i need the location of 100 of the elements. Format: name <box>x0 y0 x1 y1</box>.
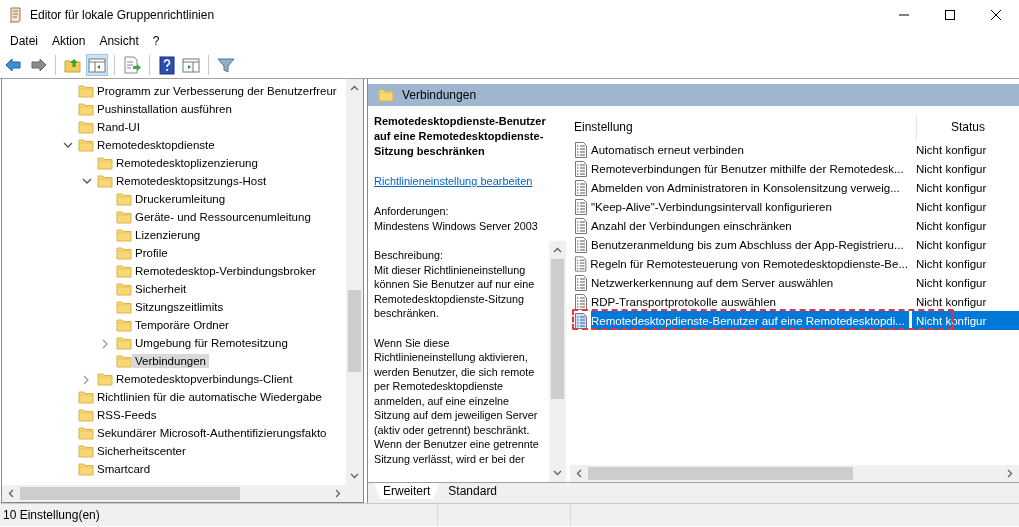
folder-icon <box>116 228 132 242</box>
folder-icon <box>116 282 132 296</box>
chevron-right-icon[interactable] <box>82 375 90 385</box>
edit-policy-link[interactable]: Richtlinieneinstellung bearbeiten <box>374 174 533 189</box>
setting-name[interactable]: Netzwerkerkennung auf dem Server auswählen <box>591 273 838 292</box>
tree-item[interactable]: Geräte- und Ressourcenumleitung <box>132 210 314 224</box>
tree-item[interactable]: Remotedesktopverbindungs-Client <box>113 372 296 386</box>
tree-item[interactable]: Pushinstallation ausführen <box>94 102 235 116</box>
document-icon <box>574 160 588 177</box>
scroll-thumb[interactable] <box>348 290 361 372</box>
chevron-right-icon[interactable] <box>101 339 109 349</box>
chevron-down-icon[interactable] <box>82 177 92 185</box>
folder-icon <box>116 354 132 368</box>
menu-item[interactable]: Datei <box>3 32 45 50</box>
column-header[interactable]: Einstellung <box>570 114 917 140</box>
setting-name[interactable]: Remoteverbindungen für Benutzer mithilfe der Remotedesk... <box>591 159 908 178</box>
tree-item[interactable]: Richtlinien für die automatische Wiedergabe <box>94 390 325 404</box>
tree-item[interactable]: Remotedesktoplizenzierung <box>113 156 261 170</box>
filter-icon <box>216 55 236 75</box>
pane-toggle-icon <box>181 55 201 75</box>
policy-title: Remotedesktopdienste-Benutzer auf eine Remotedesktopdienste-Sitzung beschränken <box>374 114 546 159</box>
folder-icon <box>378 88 394 102</box>
tree-item[interactable]: Sicherheit <box>132 282 190 296</box>
folder-icon <box>116 318 132 332</box>
setting-name[interactable]: Remotedesktopdienste-Benutzer auf eine Remotedesktopdi... <box>591 311 909 330</box>
document-icon <box>574 274 588 291</box>
document-icon <box>574 179 588 196</box>
scroll-left-icon[interactable] <box>576 469 582 478</box>
toolbar-button[interactable] <box>156 54 178 76</box>
tree-item[interactable]: Remotedesktopsitzungs-Host <box>113 174 270 188</box>
horizontal-scrollbar[interactable] <box>2 485 363 502</box>
folder-icon <box>97 174 113 188</box>
folder-icon <box>78 84 94 98</box>
description-text: Beschreibung: Mit dieser Richtlinieneinstellung können Sie Benutzer auf nur eine Remotedesktopdienste-Sitzung beschränken. <box>374 248 536 321</box>
menu-item[interactable]: Aktion <box>45 32 93 50</box>
menu-item[interactable]: Ansicht <box>92 32 146 50</box>
folder-icon <box>116 210 132 224</box>
scroll-up-icon[interactable] <box>553 247 562 253</box>
scroll-up-icon[interactable] <box>350 85 359 91</box>
status-cell-text: Nicht konfigur <box>915 142 988 158</box>
tree-item[interactable]: Umgebung für Remotesitzung <box>132 336 291 350</box>
close-icon <box>991 10 1001 20</box>
vertical-scrollbar[interactable] <box>346 79 363 485</box>
tree-item[interactable]: Lizenzierung <box>132 228 204 242</box>
tree-item[interactable]: Sekundärer Microsoft-Authentifizierungsfakto <box>94 426 330 440</box>
scroll-thumb[interactable] <box>551 259 564 399</box>
vertical-scrollbar[interactable] <box>549 241 566 482</box>
status-cell-text: Nicht konfigur <box>915 237 988 253</box>
scroll-right-icon[interactable] <box>335 489 341 498</box>
tree-item[interactable]: Smartcard <box>94 462 154 476</box>
status-cell-text: Nicht konfigur <box>915 218 988 234</box>
tree-item[interactable]: Remotedesktopdienste <box>94 138 218 152</box>
pane-toggle-icon <box>87 55 107 75</box>
folder-icon <box>78 426 94 440</box>
setting-name[interactable]: RDP-Transportprotokolle auswählen <box>591 292 780 311</box>
folder-icon <box>116 336 132 350</box>
folder-icon <box>116 300 132 314</box>
window-title: Editor für lokale Gruppenrichtlinien <box>30 8 216 22</box>
folder-icon <box>78 390 94 404</box>
menu-item[interactable]: ? <box>145 32 167 50</box>
status-cell-text: Nicht konfigur <box>915 275 988 291</box>
tab[interactable]: Erweitert <box>374 483 440 499</box>
description-text: Wenn Sie diese Richtlinieneinstellung aktivieren, werden Benutzer, die sich remote per Remotedesktopdienste anmelden, auf eine einzelne Sitzung auf dem jeweiligen Server (aktiv oder getrennt) beschränkt. Wenn der Benutzer eine getrennte Sitzung verlässt, wird er bei der <box>374 335 540 466</box>
tree-item[interactable]: Sicherheitscenter <box>94 444 189 458</box>
tree-item[interactable]: Druckerumleitung <box>132 192 229 206</box>
horizontal-scrollbar[interactable] <box>570 465 1019 482</box>
tree-item[interactable]: Verbindungen <box>132 354 209 368</box>
folder-icon <box>78 408 94 422</box>
folder-icon <box>97 372 113 386</box>
tree-item[interactable]: Remotedesktop-Verbindungsbroker <box>132 264 319 278</box>
scroll-thumb[interactable] <box>20 487 240 500</box>
scroll-down-icon[interactable] <box>553 470 562 476</box>
setting-name[interactable]: Benutzeranmeldung bis zum Abschluss der App-Registrieru... <box>591 235 908 254</box>
chevron-down-icon[interactable] <box>63 141 73 149</box>
setting-name[interactable]: "Keep-Alive"-Verbindungsintervall konfigurieren <box>591 197 836 216</box>
status-cell-text: Nicht konfigur <box>915 199 988 215</box>
status-cell-text: Nicht konfigur <box>915 180 988 196</box>
panel-title: Verbindungen <box>402 88 477 102</box>
tree-item[interactable]: Temporäre Ordner <box>132 318 232 332</box>
setting-name[interactable]: Regeln für Remotesteuerung von Remotedesktopdienste-Be... <box>590 254 912 273</box>
scroll-thumb[interactable] <box>588 467 853 480</box>
document-icon <box>574 236 588 253</box>
scroll-down-icon[interactable] <box>350 473 359 479</box>
document-icon <box>574 141 588 158</box>
folder-icon <box>78 102 94 116</box>
setting-name[interactable]: Abmelden von Administratoren in Konsolensitzung verweig... <box>591 178 904 197</box>
scroll-left-icon[interactable] <box>8 489 14 498</box>
tree-item[interactable]: Sitzungszeitlimits <box>132 300 227 314</box>
tree-item[interactable]: Programm zur Verbesserung der Benutzerfreur <box>94 84 340 98</box>
tree-item[interactable]: Rand-UI <box>94 120 143 134</box>
tree-item[interactable]: Profile <box>132 246 171 260</box>
setting-name[interactable]: Anzahl der Verbindungen einschränken <box>591 216 796 235</box>
status-cell-text: Nicht konfigur <box>915 294 988 310</box>
column-header[interactable]: Status <box>917 120 986 134</box>
folder-icon <box>116 192 132 206</box>
tree-item[interactable]: RSS-Feeds <box>94 408 160 422</box>
scroll-icon <box>8 7 22 23</box>
setting-name[interactable]: Automatisch erneut verbinden <box>591 140 748 159</box>
scroll-right-icon[interactable] <box>1007 469 1013 478</box>
folder-icon <box>116 264 132 278</box>
